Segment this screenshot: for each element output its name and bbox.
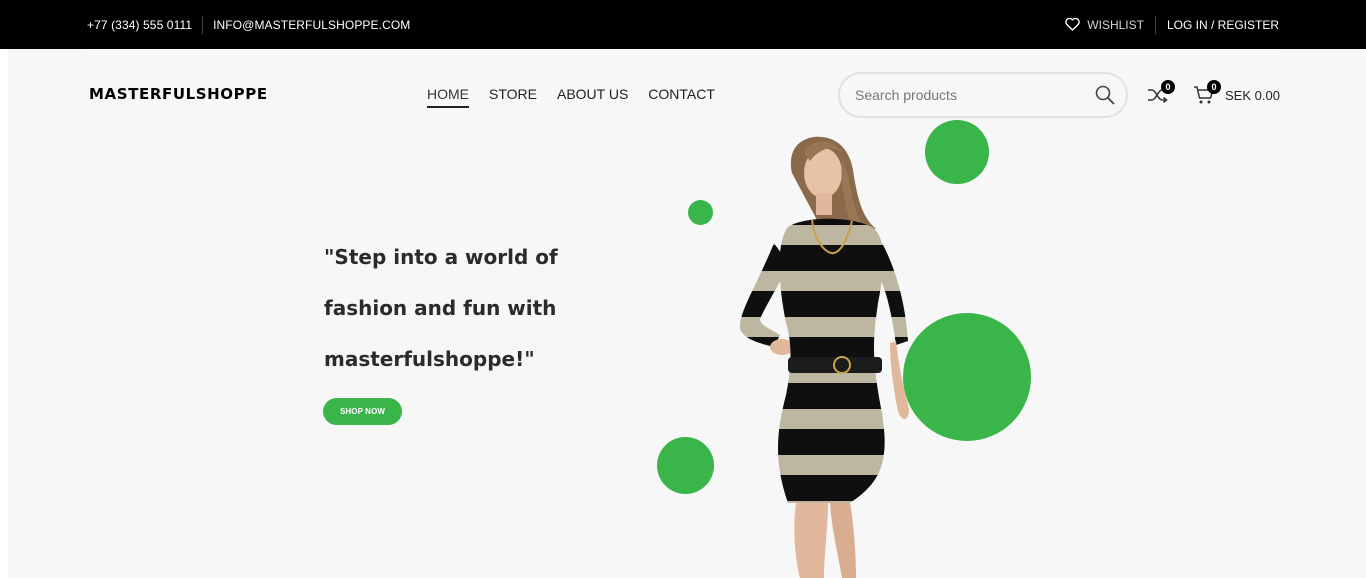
search-button[interactable] xyxy=(1095,85,1115,110)
main-nav: HOME STORE ABOUT US CONTACT xyxy=(427,86,715,108)
search-input[interactable] xyxy=(855,87,1085,103)
model-image xyxy=(739,136,909,578)
divider xyxy=(202,15,204,34)
login-register-link[interactable]: LOG IN / REGISTER xyxy=(1167,18,1279,32)
nav-contact[interactable]: CONTACT xyxy=(648,86,715,108)
search-box xyxy=(838,72,1128,118)
shop-now-button[interactable]: SHOP NOW xyxy=(323,398,402,425)
divider xyxy=(1154,15,1156,34)
decorative-circle xyxy=(657,437,714,494)
nav-store[interactable]: STORE xyxy=(489,86,537,108)
hero-section xyxy=(8,49,1366,578)
nav-about-us[interactable]: ABOUT US xyxy=(557,86,628,108)
top-bar: +77 (334) 555 0111 INFO@MASTERFULSHOPPE.… xyxy=(0,0,1366,49)
cart-total[interactable]: SEK 0.00 xyxy=(1225,88,1280,103)
decorative-circle xyxy=(688,200,713,225)
compare-count-badge: 0 xyxy=(1161,80,1175,94)
wishlist-link[interactable]: WISHLIST xyxy=(1065,18,1144,32)
hero-headline-line: "Step into a world of xyxy=(324,245,558,269)
hero-headline: "Step into a world of fashion and fun wi… xyxy=(324,232,624,385)
header-divider xyxy=(87,49,1279,50)
cart-button[interactable]: 0 xyxy=(1192,80,1221,108)
decorative-circle xyxy=(925,120,989,184)
hero-headline-line: masterfulshoppe!" xyxy=(324,347,535,371)
compare-button[interactable]: 0 xyxy=(1146,80,1175,108)
account-links: WISHLIST LOG IN / REGISTER xyxy=(1065,0,1279,49)
nav-home[interactable]: HOME xyxy=(427,86,469,108)
search-icon xyxy=(1095,85,1115,105)
contact-info: +77 (334) 555 0111 INFO@MASTERFULSHOPPE.… xyxy=(87,0,410,49)
hero-headline-line: fashion and fun with xyxy=(324,296,557,320)
site-logo[interactable]: MASTERFULSHOPPE xyxy=(89,85,268,103)
email-link[interactable]: INFO@MASTERFULSHOPPE.COM xyxy=(213,18,410,32)
heart-icon xyxy=(1065,18,1081,31)
header-tools: 0 0 SEK 0.00 xyxy=(1146,80,1280,108)
cart-count-badge: 0 xyxy=(1207,80,1221,94)
phone-number[interactable]: +77 (334) 555 0111 xyxy=(87,18,192,32)
wishlist-label: WISHLIST xyxy=(1087,17,1144,32)
